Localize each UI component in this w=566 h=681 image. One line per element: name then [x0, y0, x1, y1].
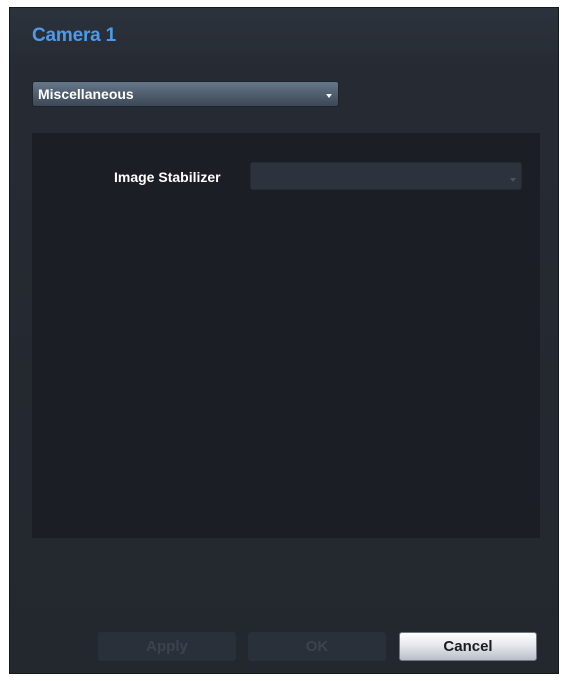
camera-settings-dialog: Camera 1 Miscellaneous Image Stabilizer …: [9, 7, 559, 674]
image-stabilizer-dropdown: [250, 162, 522, 190]
category-dropdown[interactable]: Miscellaneous: [32, 81, 339, 107]
dialog-title: Camera 1: [32, 25, 116, 46]
chevron-down-icon: [510, 178, 516, 182]
category-dropdown-value: Miscellaneous: [38, 86, 134, 102]
settings-panel: Image Stabilizer: [32, 133, 540, 538]
cancel-button[interactable]: Cancel: [399, 632, 537, 661]
apply-button: Apply: [98, 632, 236, 661]
image-stabilizer-label: Image Stabilizer: [114, 169, 221, 185]
ok-button: OK: [248, 632, 386, 661]
chevron-down-icon: [326, 94, 332, 98]
